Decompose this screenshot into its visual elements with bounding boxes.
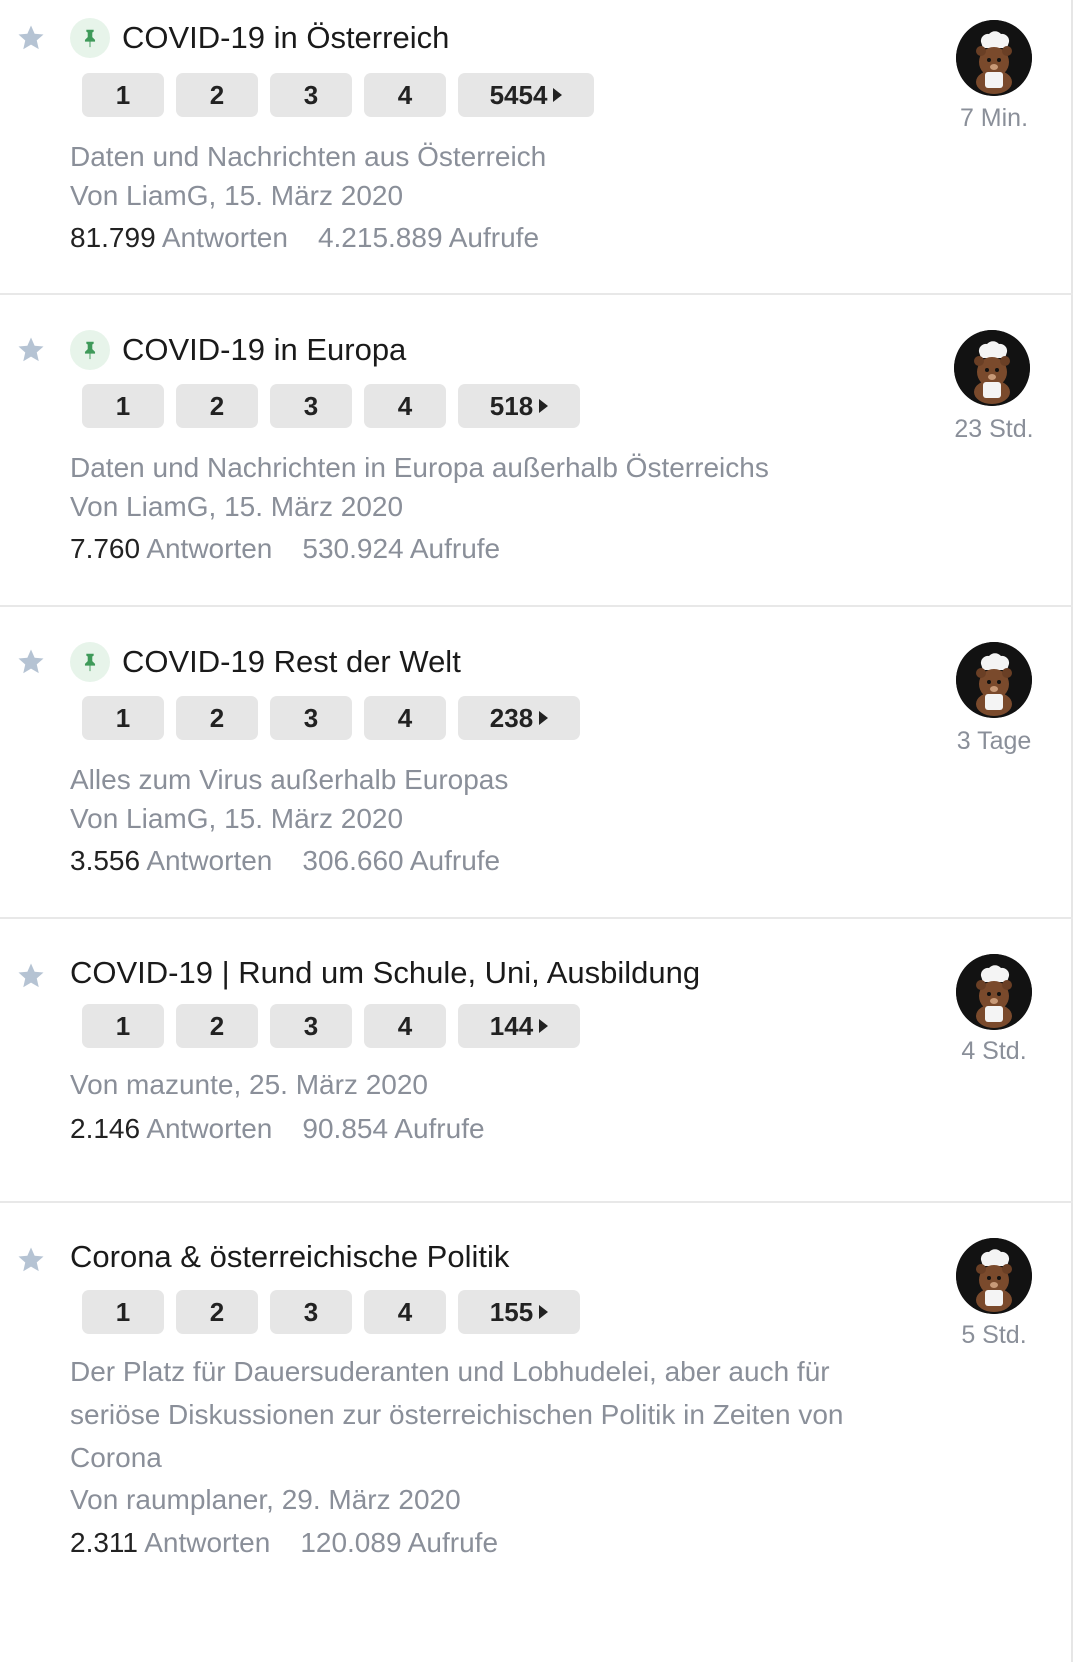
- replies-label: Antworten: [146, 1113, 273, 1144]
- page-link-2[interactable]: 2: [176, 696, 258, 740]
- star-icon[interactable]: [16, 961, 46, 991]
- thread-title-row: COVID-19 in Österreich: [70, 18, 449, 58]
- page-link-last[interactable]: 155: [458, 1290, 580, 1334]
- page-link-1[interactable]: 1: [82, 384, 164, 428]
- thread-byline: Von mazunte, 25. März 2020: [70, 1069, 428, 1100]
- page-link-3[interactable]: 3: [270, 73, 352, 117]
- pin-icon: [70, 642, 110, 682]
- thread-description: Der Platz für Dauersuderanten und Lobhud…: [70, 1356, 844, 1473]
- view-count: 530.924 Aufrufe: [302, 533, 501, 564]
- thread-byline: Von LiamG, 15. März 2020: [70, 803, 404, 834]
- page-link-4[interactable]: 4: [364, 384, 446, 428]
- page-link-1[interactable]: 1: [82, 1004, 164, 1048]
- page-link-4[interactable]: 4: [364, 1290, 446, 1334]
- thread-title-row: COVID-19 in Europa: [70, 330, 406, 370]
- page-link-last[interactable]: 518: [458, 384, 580, 428]
- thread-title[interactable]: COVID-19 in Europa: [122, 332, 406, 368]
- thread-stats: 7.760 Antworten 530.924 Aufrufe: [70, 533, 500, 565]
- caret-right-icon: [539, 1305, 549, 1319]
- last-post-time[interactable]: 23 Std.: [930, 415, 1058, 444]
- page-link-3[interactable]: 3: [270, 1290, 352, 1334]
- page-link-2[interactable]: 2: [176, 384, 258, 428]
- last-post-time[interactable]: 5 Std.: [930, 1321, 1058, 1350]
- page-link-4[interactable]: 4: [364, 73, 446, 117]
- page-links: 1 2 3 4 238: [82, 696, 592, 740]
- page-link-3[interactable]: 3: [270, 1004, 352, 1048]
- replies-label: Antworten: [144, 1527, 271, 1558]
- thread-title[interactable]: COVID-19 in Österreich: [122, 20, 449, 56]
- view-count: 90.854 Aufrufe: [302, 1113, 485, 1144]
- reply-count: 2.146: [70, 1113, 141, 1144]
- caret-right-icon: [539, 711, 549, 725]
- replies-label: Antworten: [146, 533, 273, 564]
- reply-count: 81.799: [70, 222, 156, 253]
- thread-title-row: Corona & österreichische Politik: [70, 1239, 509, 1275]
- thread-byline: Von LiamG, 15. März 2020: [70, 180, 404, 211]
- thread-stats: 2.311 Antworten 120.089 Aufrufe: [70, 1527, 498, 1559]
- page-link-1[interactable]: 1: [82, 1290, 164, 1334]
- page-link-last[interactable]: 144: [458, 1004, 580, 1048]
- page-link-2[interactable]: 2: [176, 1290, 258, 1334]
- page-link-4[interactable]: 4: [364, 1004, 446, 1048]
- replies-label: Antworten: [146, 845, 273, 876]
- thread-item[interactable]: COVID-19 in Europa 1 2 3 4 518 Daten und…: [0, 295, 1073, 607]
- last-poster-avatar[interactable]: [956, 20, 1032, 96]
- last-post-time[interactable]: 3 Tage: [930, 727, 1058, 756]
- thread-title-row: COVID-19 Rest der Welt: [70, 642, 461, 682]
- page-link-1[interactable]: 1: [82, 696, 164, 740]
- last-poster-avatar[interactable]: [956, 642, 1032, 718]
- reply-count: 7.760: [70, 533, 141, 564]
- page-links: 1 2 3 4 518: [82, 384, 592, 428]
- caret-right-icon: [539, 399, 549, 413]
- star-icon[interactable]: [16, 335, 46, 365]
- page-links: 1 2 3 4 144: [82, 1004, 592, 1048]
- page-link-3[interactable]: 3: [270, 696, 352, 740]
- thread-item[interactable]: Corona & österreichische Politik 1 2 3 4…: [0, 1203, 1073, 1662]
- last-poster-avatar[interactable]: [956, 1238, 1032, 1314]
- thread-description: Alles zum Virus außerhalb Europas: [70, 764, 509, 795]
- view-count: 120.089 Aufrufe: [300, 1527, 499, 1558]
- pin-icon: [70, 18, 110, 58]
- view-count: 306.660 Aufrufe: [302, 845, 501, 876]
- caret-right-icon: [553, 88, 563, 102]
- thread-item[interactable]: COVID-19 in Österreich 1 2 3 4 5454 Date…: [0, 0, 1073, 295]
- page-link-1[interactable]: 1: [82, 73, 164, 117]
- thread-description: Daten und Nachrichten in Europa außerhal…: [70, 452, 769, 483]
- thread-title[interactable]: Corona & österreichische Politik: [70, 1239, 509, 1275]
- reply-count: 3.556: [70, 845, 141, 876]
- thread-stats: 2.146 Antworten 90.854 Aufrufe: [70, 1113, 485, 1145]
- page-links: 1 2 3 4 155: [82, 1290, 592, 1334]
- page-link-2[interactable]: 2: [176, 73, 258, 117]
- star-icon[interactable]: [16, 23, 46, 53]
- thread-title[interactable]: COVID-19 | Rund um Schule, Uni, Ausbildu…: [70, 955, 700, 991]
- caret-right-icon: [539, 1019, 549, 1033]
- thread-stats: 3.556 Antworten 306.660 Aufrufe: [70, 845, 500, 877]
- thread-byline: Von LiamG, 15. März 2020: [70, 491, 404, 522]
- thread-item[interactable]: COVID-19 | Rund um Schule, Uni, Ausbildu…: [0, 919, 1073, 1203]
- replies-label: Antworten: [161, 222, 288, 253]
- page-link-4[interactable]: 4: [364, 696, 446, 740]
- pin-icon: [70, 330, 110, 370]
- star-icon[interactable]: [16, 1245, 46, 1275]
- thread-description: Daten und Nachrichten aus Österreich: [70, 141, 547, 172]
- last-poster-avatar[interactable]: [956, 954, 1032, 1030]
- page-link-3[interactable]: 3: [270, 384, 352, 428]
- view-count: 4.215.889 Aufrufe: [317, 222, 540, 253]
- thread-title-row: COVID-19 | Rund um Schule, Uni, Ausbildu…: [70, 955, 700, 991]
- thread-byline: Von raumplaner, 29. März 2020: [70, 1484, 461, 1515]
- last-poster-avatar[interactable]: [954, 330, 1030, 406]
- star-icon[interactable]: [16, 647, 46, 677]
- page-links: 1 2 3 4 5454: [82, 73, 606, 117]
- thread-item[interactable]: COVID-19 Rest der Welt 1 2 3 4 238 Alles…: [0, 607, 1073, 919]
- last-post-time[interactable]: 4 Std.: [930, 1037, 1058, 1066]
- reply-count: 2.311: [70, 1527, 138, 1558]
- page-link-last[interactable]: 238: [458, 696, 580, 740]
- thread-stats: 81.799 Antworten 4.215.889 Aufrufe: [70, 222, 539, 254]
- thread-title[interactable]: COVID-19 Rest der Welt: [122, 644, 461, 680]
- page-link-last[interactable]: 5454: [458, 73, 594, 117]
- last-post-time[interactable]: 7 Min.: [930, 104, 1058, 133]
- page-link-2[interactable]: 2: [176, 1004, 258, 1048]
